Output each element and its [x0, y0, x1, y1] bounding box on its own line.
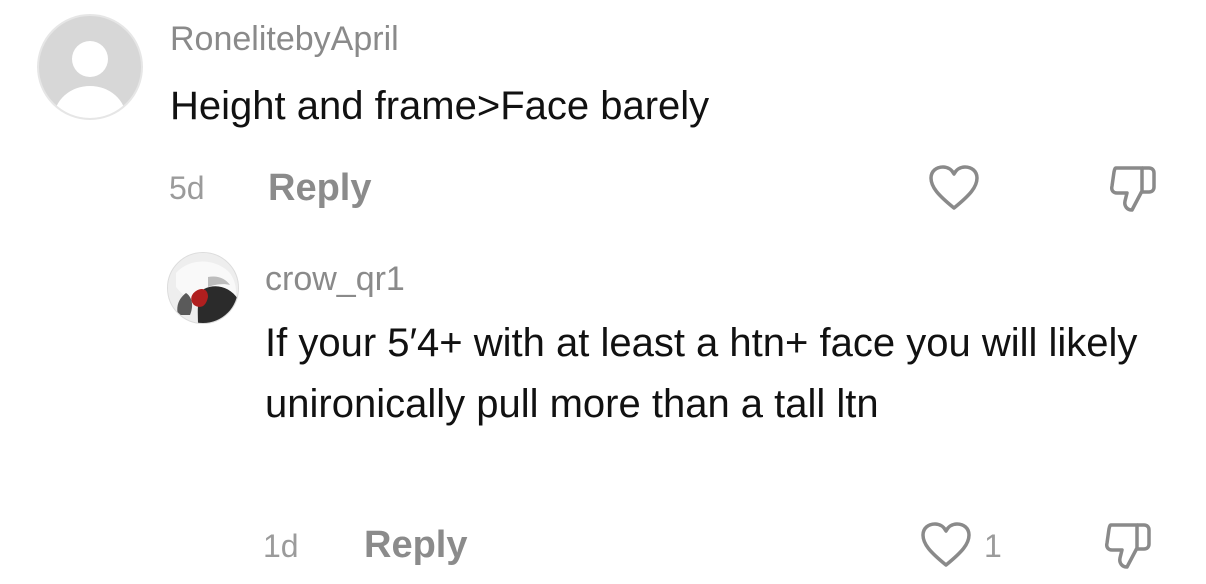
- comment-timestamp: 1d: [263, 528, 299, 564]
- avatar[interactable]: [167, 252, 239, 324]
- reply-button[interactable]: Reply: [364, 526, 467, 564]
- avatar[interactable]: [37, 14, 143, 120]
- thumbs-down-icon: [1105, 523, 1151, 569]
- like-count: 1: [984, 528, 1002, 564]
- reply-comment-item: crow_qr1 If your 5′4+ with at least a ht…: [0, 235, 1206, 584]
- comment-item: RonelitebyApril Height and frame>Face ba…: [0, 0, 1206, 230]
- profile-photo: [168, 253, 238, 323]
- comment-username[interactable]: crow_qr1: [265, 262, 405, 296]
- like-button[interactable]: [928, 164, 980, 212]
- dislike-button[interactable]: [1108, 164, 1160, 214]
- thumbs-down-icon: [1110, 166, 1156, 212]
- default-avatar-icon: [72, 41, 108, 77]
- reply-button[interactable]: Reply: [268, 169, 371, 207]
- dislike-button[interactable]: [1103, 521, 1155, 571]
- heart-icon: [929, 165, 979, 210]
- heart-icon: [921, 522, 971, 567]
- like-button[interactable]: [920, 521, 972, 569]
- comment-timestamp: 5d: [169, 170, 205, 206]
- comment-text: Height and frame>Face barely: [170, 84, 710, 128]
- comment-text: If your 5′4+ with at least a htn+ face y…: [265, 321, 1138, 426]
- comment-username[interactable]: RonelitebyApril: [170, 22, 399, 56]
